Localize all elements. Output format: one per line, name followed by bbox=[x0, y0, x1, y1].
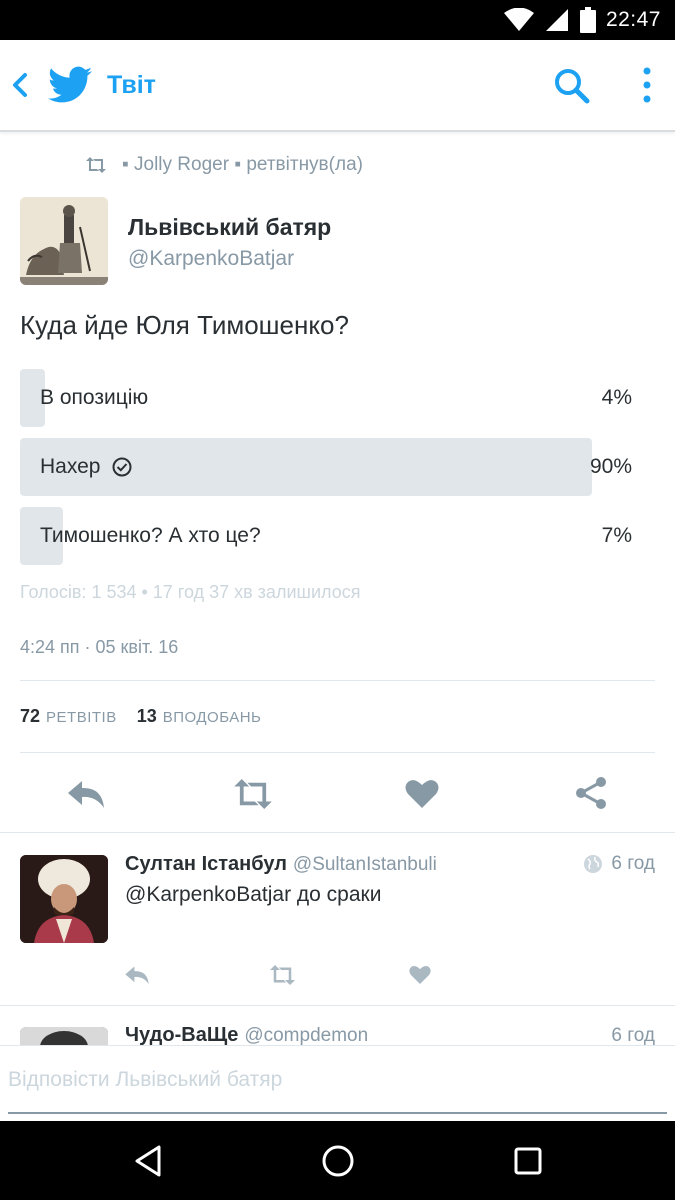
retweet-icon bbox=[86, 157, 106, 173]
more-options-icon[interactable] bbox=[634, 66, 660, 106]
back-nav-icon[interactable] bbox=[129, 1141, 169, 1181]
reply-time-text: 6 год bbox=[611, 853, 655, 874]
poll-meta: Голосів: 1 534 • 17 год 37 хв залишилося bbox=[20, 582, 361, 602]
status-time: 22:47 bbox=[605, 8, 661, 31]
divider bbox=[20, 680, 655, 681]
author-handle[interactable]: @KarpenkoBatjar bbox=[128, 247, 294, 271]
reply-author-handle[interactable]: @compdemon bbox=[244, 1025, 368, 1046]
avatar-image bbox=[20, 855, 108, 943]
reply-button[interactable] bbox=[64, 775, 108, 813]
share-button[interactable] bbox=[571, 773, 611, 813]
retweet-icon bbox=[234, 779, 272, 809]
avatar-image bbox=[20, 1027, 108, 1047]
reply-author[interactable]: Чудо-ВаЩе @compdemon bbox=[125, 1024, 368, 1047]
divider bbox=[20, 752, 655, 753]
poll-option-percent: 90% bbox=[589, 455, 632, 478]
retweets-label[interactable]: РЕТВІТІВ bbox=[46, 709, 117, 726]
author-avatar[interactable] bbox=[20, 197, 108, 285]
poll-option-label: В опозицію bbox=[40, 369, 148, 427]
share-icon bbox=[576, 777, 606, 809]
system-nav-bar bbox=[0, 1121, 675, 1200]
page-title: Твіт bbox=[107, 71, 156, 99]
reply-author-name[interactable]: Чудо-ВаЩе bbox=[125, 1024, 238, 1046]
reply-input-placeholder: Відповісти Львівський батяр bbox=[8, 1068, 283, 1091]
check-circle-icon bbox=[112, 457, 132, 477]
reply-button[interactable] bbox=[122, 963, 152, 987]
divider bbox=[0, 1005, 675, 1006]
poll-option: Тимошенко? А хто це? 7% bbox=[20, 507, 635, 565]
poll-option-percent: 7% bbox=[601, 524, 632, 547]
likes-count[interactable]: 13 bbox=[137, 706, 157, 727]
reply-avatar[interactable] bbox=[20, 855, 108, 943]
poll-option-percent: 4% bbox=[601, 386, 632, 409]
poll-option: В опозицію 4% bbox=[20, 369, 635, 427]
retweet-context: ▪ Jolly Roger ▪ ретвітнув(ла) bbox=[84, 153, 363, 177]
status-bar-right: 22:47 bbox=[503, 0, 661, 40]
reply-time: 6 год bbox=[583, 853, 655, 875]
reply-avatar[interactable] bbox=[20, 1027, 108, 1047]
heart-icon bbox=[409, 965, 431, 985]
retweet-icon bbox=[269, 965, 295, 985]
poll-option-text: Нахер bbox=[40, 455, 101, 478]
reply-author-handle[interactable]: @SultanIstanbuli bbox=[293, 854, 437, 875]
author-name[interactable]: Львівський батяр bbox=[128, 214, 331, 241]
like-button[interactable] bbox=[402, 775, 442, 813]
divider bbox=[0, 832, 675, 833]
reply-icon bbox=[68, 781, 104, 808]
retweet-context-text: ▪ Jolly Roger ▪ ретвітнув(ла) bbox=[122, 154, 363, 175]
back-arrow-icon[interactable] bbox=[8, 68, 34, 102]
recents-nav-icon[interactable] bbox=[508, 1141, 548, 1181]
wifi-icon bbox=[503, 8, 534, 31]
status-bar: 22:47 bbox=[0, 0, 675, 40]
poll-option-label: Тимошенко? А хто це? bbox=[40, 507, 261, 565]
retweet-button[interactable] bbox=[265, 963, 299, 987]
likes-label[interactable]: ВПОДОБАНЬ bbox=[163, 709, 262, 726]
search-icon[interactable] bbox=[552, 66, 592, 106]
reply-icon bbox=[125, 966, 149, 985]
like-button[interactable] bbox=[406, 963, 434, 987]
poll-option: Нахер 90% bbox=[20, 438, 635, 496]
poll-option-text: Тимошенко? А хто це? bbox=[40, 524, 261, 547]
twitter-bird-icon[interactable] bbox=[48, 66, 92, 104]
app-bar: Твіт bbox=[0, 40, 675, 132]
reply-input[interactable]: Відповісти Львівський батяр bbox=[8, 1068, 667, 1114]
poll-option-text: В опозицію bbox=[40, 386, 149, 409]
tweet-stats: 72 РЕТВІТІВ 13 ВПОДОБАНЬ bbox=[20, 706, 281, 727]
tweet-timestamp: 4:24 пп · 05 квіт. 16 bbox=[20, 637, 179, 657]
heart-icon bbox=[405, 780, 439, 808]
reply-author[interactable]: Султан Істанбул @SultanIstanbuli bbox=[125, 853, 437, 876]
reply-text: @KarpenkoBatjar до сраки bbox=[125, 883, 382, 906]
retweets-count[interactable]: 72 bbox=[20, 706, 40, 727]
globe-icon bbox=[584, 855, 603, 873]
avatar-image bbox=[20, 197, 108, 285]
tweet-text: Куда йде Юля Тимошенко? bbox=[20, 310, 349, 340]
home-nav-icon[interactable] bbox=[318, 1141, 358, 1181]
retweet-button[interactable] bbox=[229, 775, 277, 813]
poll-option-label: Нахер bbox=[40, 438, 132, 496]
signal-icon bbox=[545, 9, 568, 31]
reply-author-name[interactable]: Султан Істанбул bbox=[125, 853, 287, 875]
reply-time: 6 год bbox=[611, 1025, 655, 1046]
battery-icon bbox=[579, 7, 596, 33]
reply-compose-bar: Відповісти Львівський батяр bbox=[0, 1045, 675, 1121]
